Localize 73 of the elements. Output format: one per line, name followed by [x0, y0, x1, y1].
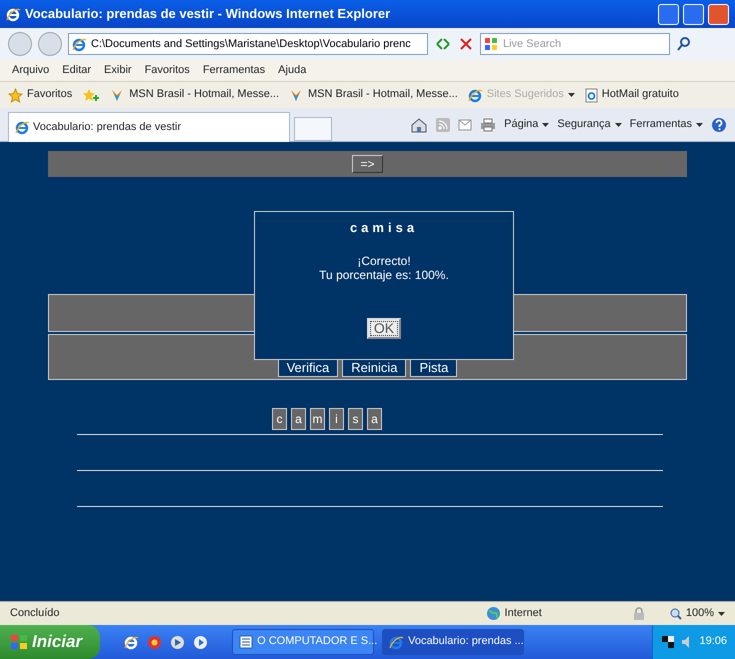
zone-text: Internet — [504, 606, 542, 620]
address-field[interactable]: C:\Documents and Settings\Maristane\Desktop\Vocabulario prenc — [68, 33, 428, 55]
letter-tile[interactable]: c — [272, 408, 287, 430]
taskbar-button[interactable]: Vocabulario: prendas ... — [382, 629, 524, 655]
action-button[interactable]: Pista — [410, 359, 458, 377]
browser-e-icon — [468, 88, 483, 102]
caret-icon[interactable] — [614, 122, 622, 126]
windows-flag-icon — [484, 37, 498, 51]
command-menu[interactable]: Ferramentas — [630, 118, 692, 132]
browser-e-icon — [6, 6, 21, 22]
close-button[interactable] — [708, 4, 729, 24]
command-menu[interactable]: Página — [504, 118, 538, 132]
menu-item[interactable]: Ferramentas — [202, 64, 266, 78]
window-title: Vocabulario: prendas de vestir - Windows Internet Explorer — [25, 6, 392, 22]
caret-icon[interactable] — [542, 122, 550, 126]
zoom-icon — [670, 608, 682, 620]
action-button[interactable]: Reinicia — [342, 359, 406, 377]
browser-e-icon — [15, 120, 30, 135]
star-icon — [8, 88, 23, 102]
caret-icon[interactable] — [696, 122, 703, 126]
caret-icon[interactable] — [568, 93, 575, 97]
letter-tile[interactable]: i — [329, 408, 344, 430]
browser-icon[interactable] — [147, 634, 162, 650]
taskbar-button[interactable]: O COMPUTADOR E S... — [232, 629, 374, 655]
page-e-icon — [584, 88, 598, 102]
zoom-level[interactable]: 100% — [686, 606, 714, 620]
minimize-button[interactable] — [658, 4, 679, 24]
home-icon[interactable] — [410, 116, 428, 132]
search-icon[interactable] — [676, 36, 692, 52]
clock-text: 19:06 — [699, 635, 727, 649]
maximize-button[interactable] — [683, 4, 704, 24]
browser-e-icon — [389, 634, 404, 650]
dialog-title: camisa — [348, 220, 420, 236]
add-favorite-icon[interactable] — [82, 88, 100, 102]
mail-icon[interactable] — [458, 118, 472, 130]
letter-tile[interactable]: a — [367, 408, 382, 430]
help-icon[interactable] — [711, 116, 727, 132]
menu-item[interactable]: Favoritos — [144, 64, 190, 78]
favorite-link[interactable]: MSN Brasil - Hotmail, Messe... — [129, 88, 279, 102]
ok-button[interactable]: OK — [366, 318, 402, 340]
menu-item[interactable]: Ajuda — [278, 64, 306, 78]
close-icon[interactable] — [458, 36, 474, 52]
network-icon — [661, 635, 676, 649]
globe-icon — [486, 606, 501, 621]
action-button[interactable]: Verifica — [278, 359, 338, 377]
lock-icon[interactable] — [632, 606, 646, 620]
browser-tab[interactable]: Vocabulario: prendas de vestir — [8, 112, 290, 142]
search-field[interactable]: Live Search — [480, 33, 670, 55]
browser-e-icon[interactable] — [124, 634, 140, 650]
media-icon[interactable] — [170, 634, 186, 650]
score-text: Tu porcentaje es: 100%. — [318, 268, 450, 282]
command-menu[interactable]: Segurança — [557, 118, 611, 132]
document-icon — [239, 635, 254, 649]
letter-tile[interactable]: m — [310, 408, 325, 430]
caret-icon[interactable] — [718, 612, 725, 616]
taskbar-label: Vocabulario: prendas ... — [408, 635, 524, 649]
dialog-message: ¡Correcto! — [356, 254, 412, 268]
tab-label: Vocabulario: prendas de vestir — [33, 120, 181, 134]
menu-item[interactable]: Exibir — [104, 64, 132, 78]
taskbar-label: O COMPUTADOR E S... — [257, 635, 378, 649]
letter-tile[interactable]: a — [291, 408, 306, 430]
favorites-button[interactable]: Favoritos — [27, 88, 72, 102]
status-text: Concluído — [10, 606, 60, 620]
menu-item[interactable]: Arquivo — [12, 64, 50, 78]
page-e-icon — [72, 37, 87, 52]
menu-item[interactable]: Editar — [62, 64, 92, 78]
favorite-link[interactable]: MSN Brasil - Hotmail, Messe... — [308, 88, 458, 102]
letter-tile[interactable]: s — [348, 408, 363, 430]
printer-icon[interactable] — [480, 118, 496, 132]
favorite-link[interactable]: HotMail gratuito — [602, 88, 679, 102]
windows-flag-icon — [10, 634, 28, 650]
next-button[interactable]: => — [352, 154, 382, 174]
player-icon[interactable] — [193, 634, 208, 650]
